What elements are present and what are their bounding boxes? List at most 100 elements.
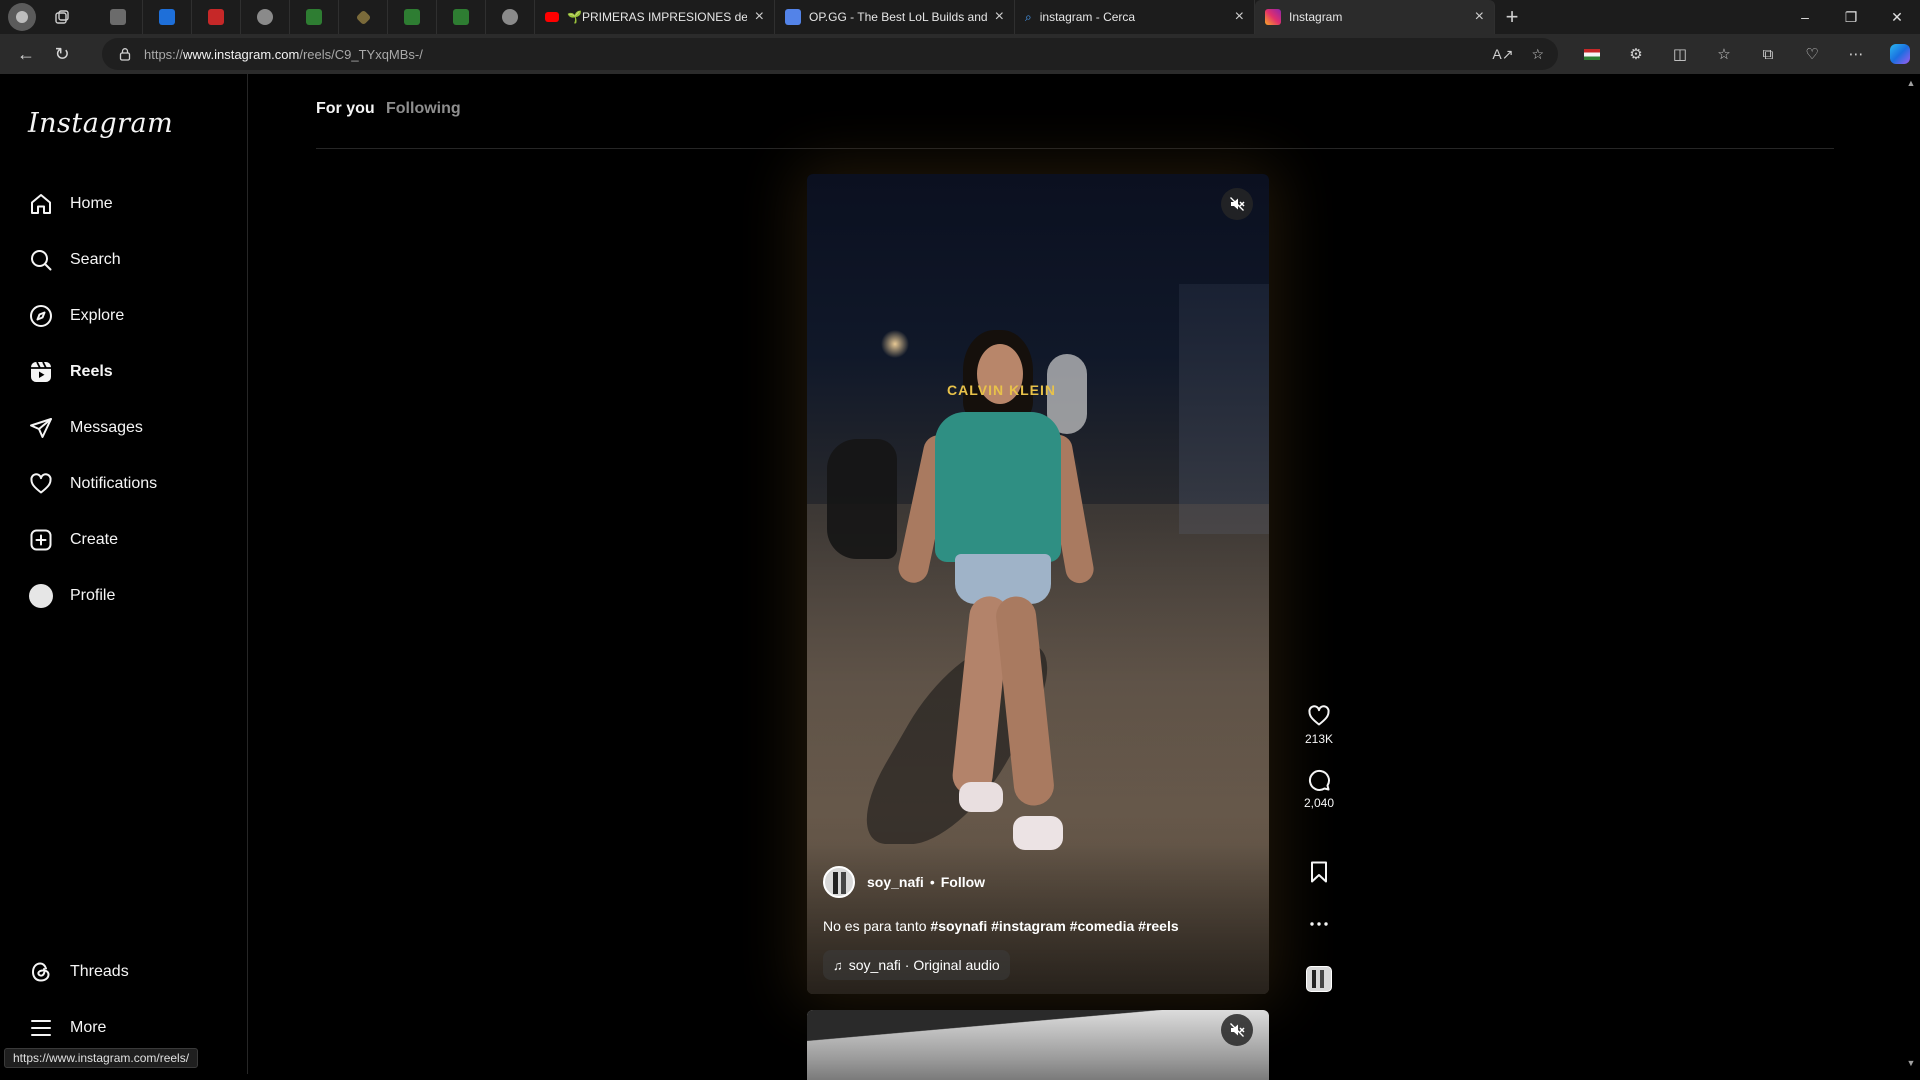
split-screen-icon[interactable]: ◫ [1658, 34, 1702, 74]
like-button[interactable]: 213K [1287, 704, 1351, 746]
reel-video[interactable]: CALVIN KLEIN soy_nafi • Follow No es par… [807, 174, 1269, 994]
audio-label: soy_nafi · Original audio [848, 957, 1000, 973]
extension-flag-icon[interactable] [1570, 34, 1614, 74]
muted-speaker-icon [1230, 1023, 1245, 1037]
nav-create[interactable]: Create [16, 516, 236, 564]
close-tab-icon[interactable]: × [755, 8, 764, 26]
reel-author: soy_nafi • Follow [823, 866, 985, 898]
pinned-tab-8[interactable] [437, 0, 486, 34]
scroll-down-arrow[interactable]: ▼ [1906, 1058, 1916, 1068]
audio-thumbnail[interactable] [1306, 966, 1332, 992]
close-tab-icon[interactable]: × [1475, 8, 1484, 26]
back-button[interactable]: ← [8, 38, 44, 70]
youtube-icon [545, 12, 559, 22]
new-tab-button[interactable]: + [1495, 0, 1529, 34]
pinned-tab-5[interactable] [290, 0, 339, 34]
address-bar[interactable]: https://www.instagram.com/reels/C9_TYxqM… [102, 38, 1558, 70]
copilot-icon[interactable] [1878, 34, 1920, 74]
comment-button[interactable]: 2,040 [1287, 768, 1351, 810]
nav-reels[interactable]: Reels [16, 348, 236, 396]
comment-icon [1308, 769, 1330, 791]
pinned-tab-7[interactable] [388, 0, 437, 34]
tab-favicon-icon [306, 9, 322, 25]
browser-essentials-icon[interactable]: ♡ [1790, 34, 1834, 74]
refresh-button[interactable]: ↻ [44, 38, 80, 70]
caption-hashtags[interactable]: #soynafi #instagram #comedia #reels [930, 918, 1178, 934]
compass-icon [28, 303, 54, 329]
nav-label: Reels [70, 363, 113, 380]
pinned-tab-6[interactable] [339, 0, 388, 34]
close-tab-icon[interactable]: × [995, 8, 1004, 26]
follow-button[interactable]: Follow [941, 874, 985, 890]
person-shirt [935, 412, 1061, 562]
collections-icon[interactable]: ⧉ [1746, 34, 1790, 74]
favorites-icon[interactable]: ☆ [1702, 34, 1746, 74]
nav-label: Threads [70, 963, 129, 980]
tab-following[interactable]: Following [386, 100, 461, 118]
workspaces-icon[interactable] [48, 3, 76, 31]
search-icon: ⌕ [1025, 9, 1032, 24]
extensions-icon[interactable]: ⚙ [1614, 34, 1658, 74]
nav-messages[interactable]: Messages [16, 404, 236, 452]
feed-tabs: For you Following [316, 100, 1834, 122]
mute-button[interactable] [1221, 1014, 1253, 1046]
search-icon [28, 247, 54, 273]
nav-search[interactable]: Search [16, 236, 236, 284]
save-button[interactable] [1287, 860, 1351, 884]
nav-threads[interactable]: Threads [16, 948, 236, 996]
scroll-up-arrow[interactable]: ▲ [1906, 78, 1916, 88]
minimize-button[interactable]: – [1782, 0, 1828, 34]
music-note-icon: ♫ [833, 957, 843, 973]
more-options-button[interactable] [1287, 912, 1351, 936]
reel-caption: No es para tanto #soynafi #instagram #co… [823, 918, 1179, 934]
muted-speaker-icon [1230, 197, 1245, 211]
url-text: https://www.instagram.com/reels/C9_TYxqM… [144, 46, 423, 62]
video-background-wall [1179, 284, 1269, 534]
like-count: 213K [1304, 732, 1334, 746]
restore-button[interactable]: ❐ [1828, 0, 1874, 34]
browser-toolbar: ← ↻ https://www.instagram.com/reels/C9_T… [0, 34, 1920, 74]
pinned-tab-4[interactable] [241, 0, 290, 34]
author-avatar[interactable] [823, 866, 855, 898]
read-aloud-icon[interactable]: A↗ [1492, 46, 1513, 63]
pinned-tab-9[interactable] [486, 0, 535, 34]
nav-notifications[interactable]: Notifications [16, 460, 236, 508]
person-shoe [1013, 816, 1063, 850]
settings-more-icon[interactable]: ⋯ [1834, 34, 1878, 74]
tab-for-you[interactable]: For you [316, 100, 375, 118]
shirt-logo-text: CALVIN KLEIN [947, 382, 1056, 398]
tab-favicon-icon [453, 9, 469, 25]
tab-favicon-icon [502, 9, 518, 25]
pinned-tab-2[interactable] [143, 0, 192, 34]
plus-square-icon [28, 527, 54, 553]
browser-profile-icon[interactable] [8, 3, 36, 31]
reels-icon [28, 359, 54, 385]
nav-explore[interactable]: Explore [16, 292, 236, 340]
next-reel-video[interactable] [807, 1010, 1269, 1080]
sidebar: Instagram Home Search Explore Reels Mess… [4, 74, 248, 1074]
nav-label: More [70, 1019, 107, 1036]
tab-instagram[interactable]: Instagram × [1255, 0, 1495, 34]
tab-opgg[interactable]: OP.GG - The Best LoL Builds and T × [775, 0, 1015, 34]
home-icon [28, 191, 54, 217]
nav-label: Profile [70, 587, 116, 604]
audio-chip[interactable]: ♫ soy_nafi · Original audio [823, 950, 1010, 980]
favorite-star-icon[interactable]: ☆ [1531, 46, 1544, 63]
tab-search[interactable]: ⌕ instagram - Cerca × [1015, 0, 1255, 34]
threads-icon [28, 959, 54, 985]
window-controls: – ❐ ✕ [1782, 0, 1920, 34]
nav-home[interactable]: Home [16, 180, 236, 228]
pinned-tab-1[interactable] [94, 0, 143, 34]
heart-icon [28, 471, 54, 497]
link-status-bar: https://www.instagram.com/reels/ [4, 1048, 199, 1068]
close-window-button[interactable]: ✕ [1874, 0, 1920, 34]
tab-youtube[interactable]: 🌱PRIMERAS IMPRESIONES de K × [535, 0, 775, 34]
instagram-logo[interactable]: Instagram [28, 108, 173, 139]
page-scrollbar[interactable]: ▲ ▼ [1902, 74, 1920, 1074]
author-username[interactable]: soy_nafi [867, 874, 924, 890]
close-tab-icon[interactable]: × [1235, 8, 1244, 26]
mute-button[interactable] [1221, 188, 1253, 220]
pinned-tab-3[interactable] [192, 0, 241, 34]
nav-profile[interactable]: Profile [16, 572, 236, 620]
nav-more[interactable]: More [16, 1004, 236, 1052]
